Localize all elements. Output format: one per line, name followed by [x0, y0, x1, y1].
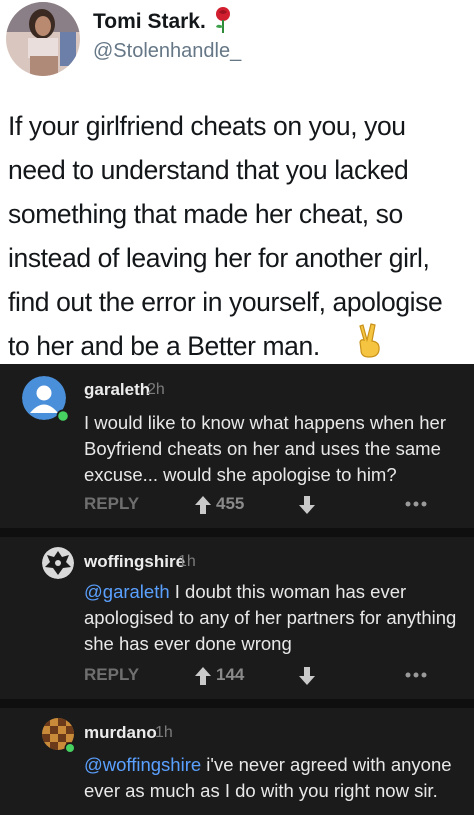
online-status-icon: [64, 742, 76, 754]
tweet-card: Tomi Stark. @Stolenhandle_ If your girlf…: [0, 0, 474, 364]
comment-author[interactable]: garaleth: [84, 380, 150, 400]
comment: murdano 1h @woffingshire i've never agre…: [0, 708, 474, 815]
tweet-author-handle[interactable]: @Stolenhandle_: [93, 40, 241, 63]
user-mention-link[interactable]: @garaleth: [84, 581, 170, 602]
reply-button[interactable]: REPLY: [84, 494, 139, 514]
comment: garaleth 2h I would like to know what ha…: [0, 364, 474, 532]
victory-hand-icon: [359, 323, 380, 358]
comment-actions: REPLY 455: [84, 494, 444, 520]
tweet-author-avatar[interactable]: [6, 2, 80, 76]
comment-author[interactable]: woffingshire: [84, 552, 185, 572]
comment-text: I would like to know what happens when h…: [84, 412, 446, 485]
more-options-icon[interactable]: [404, 671, 428, 679]
vote-score: 455: [216, 494, 245, 513]
tweet-author-name[interactable]: Tomi Stark.: [93, 10, 206, 34]
vote-score: 144: [216, 665, 245, 684]
comment-text: @woffingshire i've never agreed with any…: [84, 752, 468, 804]
comment-divider: [0, 528, 474, 537]
more-options-icon[interactable]: [404, 500, 428, 508]
tweet-text: If your girlfriend cheats on you, you ne…: [8, 111, 443, 361]
comment-actions: REPLY 144: [84, 665, 444, 691]
comment-divider: [0, 699, 474, 708]
upvote-icon[interactable]: [194, 666, 212, 686]
rose-icon: [216, 7, 230, 33]
downvote-icon[interactable]: [298, 495, 316, 515]
reply-button[interactable]: REPLY: [84, 665, 139, 685]
upvote-icon[interactable]: [194, 495, 212, 515]
wolf-crest-avatar-icon[interactable]: [42, 547, 74, 579]
downvote-icon[interactable]: [298, 666, 316, 686]
comment-age: 1h: [178, 553, 196, 570]
comment-age: 1h: [155, 724, 173, 741]
online-status-icon: [56, 409, 70, 423]
comment: woffingshire 1h @garaleth I doubt this w…: [0, 537, 474, 707]
comment-age: 2h: [147, 381, 165, 398]
comment-author[interactable]: murdano: [84, 723, 157, 743]
comment-text: @garaleth I doubt this woman has ever ap…: [84, 579, 468, 657]
user-mention-link[interactable]: @woffingshire: [84, 754, 201, 775]
